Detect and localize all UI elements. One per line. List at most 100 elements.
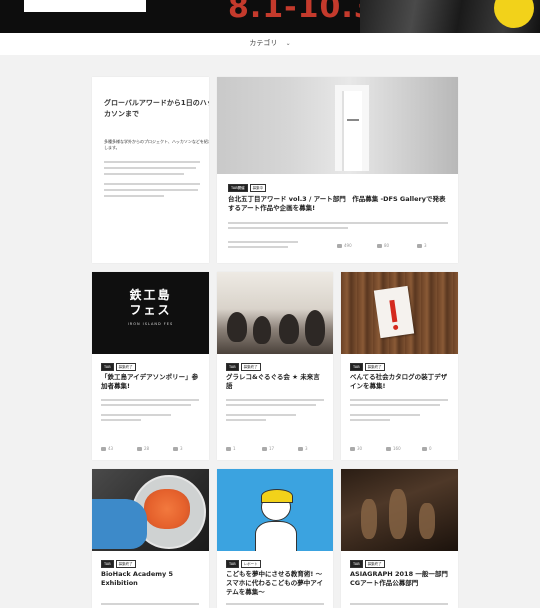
card-text-line — [350, 603, 448, 605]
card-text-line — [228, 227, 348, 229]
iron-logo-sub: IRON ISLAND FES — [127, 322, 174, 326]
eye-icon — [350, 446, 355, 451]
person — [305, 310, 325, 346]
catalog-booklet — [373, 285, 415, 339]
intro-card: グローバルアワードから1日のハッカソンまで 多種多様な学外からのプロジェクト、ハ… — [92, 77, 209, 263]
chevron-down-icon: ⌄ — [285, 40, 291, 47]
card-title[interactable]: BioHack Academy 5 Exhibition — [101, 570, 201, 588]
card-text-line — [101, 414, 171, 416]
card-title[interactable]: グラレコ&ぐるぐる会 ★ 未来言語 — [226, 373, 326, 391]
person — [279, 314, 299, 344]
card-title[interactable]: 台北五丁目アワード vol.3 / アート部門 作品募集 -DFS Galler… — [228, 195, 448, 213]
figure — [389, 489, 407, 539]
card-text-line — [226, 419, 266, 421]
card-kids[interactable]: TAB レポート こどもを夢中にさせる教育術! 〜スマホに代わるこどもの夢中アイ… — [217, 469, 333, 608]
intro-text-line — [104, 173, 184, 175]
card-text-line — [228, 241, 298, 243]
tag-list: TAB 募集終了 — [350, 560, 385, 568]
like-count: 17 — [262, 446, 298, 451]
card-text-line — [350, 419, 390, 421]
card-stats: 1 17 3 — [226, 446, 326, 451]
card-title[interactable]: ASIAGRAPH 2018 一般一部門 CGアート作品公募部門 — [350, 570, 452, 588]
asiagraph-photo — [341, 469, 458, 551]
heart-icon — [137, 446, 142, 451]
heart-icon — [386, 446, 391, 451]
kid-hair — [261, 489, 293, 503]
comment-count: 3 — [173, 446, 183, 451]
category-dropdown[interactable]: カテゴリ ⌄ — [0, 38, 540, 48]
card-text-line — [101, 404, 191, 406]
card-biohack[interactable]: TAB 募集終了 BioHack Academy 5 Exhibition — [92, 469, 209, 608]
card-iron[interactable]: 鉄工島 フェス IRON ISLAND FES TAB 募集終了 「鉄工島アイデア… — [92, 272, 209, 460]
card-asia[interactable]: TAB 募集終了 ASIAGRAPH 2018 一般一部門 CGアート作品公募部… — [341, 469, 458, 608]
view-count: 43 — [101, 446, 137, 451]
tag: 募集終了 — [364, 560, 385, 568]
card-text-line — [101, 603, 199, 605]
view-count: 1 — [226, 446, 262, 451]
tag: 募集中 — [249, 184, 267, 192]
card-text-line — [350, 404, 440, 406]
tag: TAB開催 — [228, 184, 248, 192]
view-count: 490 — [337, 243, 377, 248]
card-stats: 30 160 0 — [350, 446, 450, 451]
card-catalog[interactable]: TAB 募集終了 べんてる社会カタログの装丁デザインを募集! 30 160 0 — [341, 272, 458, 460]
like-count: 160 — [386, 446, 422, 451]
figure — [419, 503, 435, 539]
exclamation-dot — [392, 324, 399, 331]
tag: 募集終了 — [240, 363, 261, 371]
intro-text-line — [104, 189, 198, 191]
tag: TAB — [101, 363, 114, 371]
meeting-photo — [217, 272, 333, 354]
eye-icon — [101, 446, 106, 451]
tag: TAB — [226, 363, 239, 371]
card-text-line — [228, 246, 288, 248]
iron-island-fes-photo: 鉄工島 フェス IRON ISLAND FES — [92, 272, 209, 354]
card-text-line — [226, 399, 324, 401]
card-title[interactable]: 「鉄工島アイデアソンポリー」参加者募集! — [101, 373, 201, 391]
door-inner — [342, 91, 362, 171]
card-text-line — [101, 419, 141, 421]
heart-icon — [262, 446, 267, 451]
kids-illustration — [217, 469, 333, 551]
card-text-line — [226, 414, 296, 416]
intro-subtitle: 多種多様な学外からのプロジェクト、ハッカソンなどを紹介します。 — [104, 139, 209, 150]
top-banner[interactable]: 8.1-10.31 — [0, 0, 540, 33]
tag: TAB — [350, 363, 363, 371]
exclamation-mark — [389, 299, 398, 323]
kid-body — [255, 521, 297, 551]
eye-icon — [226, 446, 231, 451]
tag-list: TAB開催 募集中 — [228, 184, 267, 192]
tag-list: TAB 募集終了 — [101, 560, 136, 568]
comment-icon — [417, 243, 422, 248]
card-stats: 490 80 3 — [337, 243, 457, 248]
card-text-line — [228, 222, 448, 224]
card-title[interactable]: べんてる社会カタログの装丁デザインを募集! — [350, 373, 450, 391]
door-handle — [347, 119, 359, 121]
tag: TAB — [101, 560, 114, 568]
tag: 募集終了 — [115, 363, 136, 371]
intro-text-line — [104, 167, 196, 169]
card-text-line — [226, 603, 324, 605]
intro-title: グローバルアワードから1日のハッカソンまで — [104, 99, 209, 118]
intro-text-line — [104, 183, 200, 185]
comment-icon — [422, 446, 427, 451]
orange-culture — [144, 489, 190, 529]
card-title[interactable]: こどもを夢中にさせる教育術! 〜スマホに代わるこどもの夢中アイテムを募集〜 — [226, 570, 328, 597]
comment-count: 0 — [422, 446, 432, 451]
iron-logo: 鉄工島 フェス — [129, 288, 172, 317]
comment-count: 3 — [417, 243, 427, 248]
featured-card[interactable]: TAB開催 募集中 台北五丁目アワード vol.3 / アート部門 作品募集 -… — [217, 77, 458, 263]
view-count: 30 — [350, 446, 386, 451]
person — [253, 316, 271, 344]
card-text-line — [350, 414, 420, 416]
tag-list: TAB 募集終了 — [350, 363, 385, 371]
eye-icon — [337, 243, 342, 248]
tag: 募集終了 — [115, 560, 136, 568]
petri-dish-photo — [92, 469, 209, 551]
card-text-line — [101, 399, 199, 401]
comment-icon — [298, 446, 303, 451]
tag-list: TAB レポート — [226, 560, 261, 568]
tag-list: TAB 募集終了 — [101, 363, 136, 371]
card-stats: 43 28 3 — [101, 446, 201, 451]
card-meeting[interactable]: TAB 募集終了 グラレコ&ぐるぐる会 ★ 未来言語 1 17 3 — [217, 272, 333, 460]
